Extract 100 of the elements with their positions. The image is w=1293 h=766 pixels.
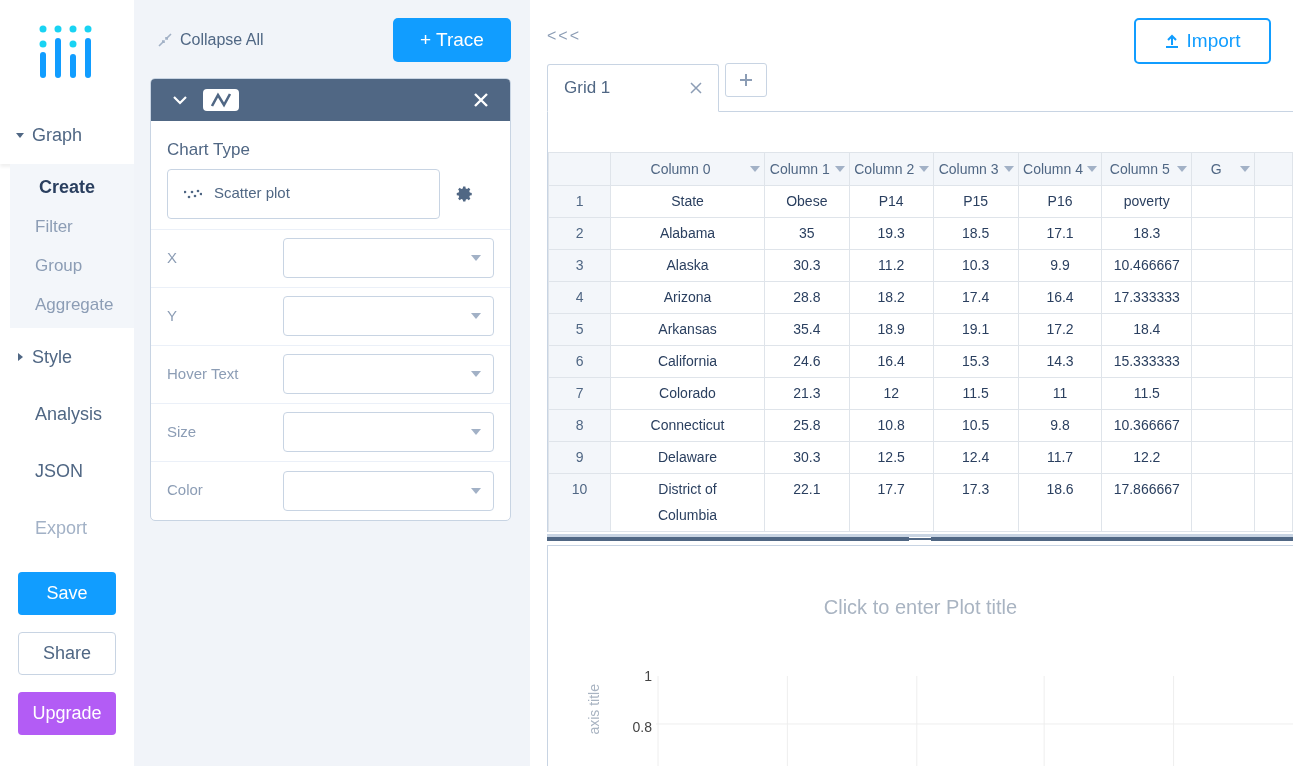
table-cell: 17.1 xyxy=(1046,225,1074,241)
caret-right-icon xyxy=(16,353,24,361)
table-cell: 28.8 xyxy=(793,289,821,305)
table-cell: 35 xyxy=(799,225,815,241)
table-cell: P15 xyxy=(963,193,989,209)
row-number: 5 xyxy=(575,321,584,337)
row-number: 4 xyxy=(575,289,584,305)
nav-item[interactable]: Analysis xyxy=(0,386,134,443)
table-cell: 18.6 xyxy=(1046,481,1074,497)
table-cell: 17.3 xyxy=(962,481,990,497)
nav-item[interactable]: Create xyxy=(10,168,134,207)
dropdown-caret-icon xyxy=(471,487,481,494)
nav-item[interactable]: JSON xyxy=(0,443,134,500)
table-cell: 12.2 xyxy=(1133,449,1161,465)
chevron-down-icon[interactable] xyxy=(173,95,187,105)
close-icon[interactable] xyxy=(690,82,702,94)
table-cell: 11.7 xyxy=(1046,449,1074,465)
upload-icon xyxy=(1164,34,1179,48)
table-cell: 25.8 xyxy=(793,417,821,433)
table-cell: 10.466667 xyxy=(1113,257,1180,273)
field-dropdown[interactable] xyxy=(283,354,494,394)
row-number: 3 xyxy=(575,257,584,273)
import-button[interactable]: Import xyxy=(1134,18,1271,64)
table-cell: 11.5 xyxy=(962,385,989,401)
add-tab-button[interactable] xyxy=(725,63,767,97)
table-cell: 16.4 xyxy=(1046,289,1074,305)
table-cell-text: District of Columbia xyxy=(656,480,719,525)
field-dropdown[interactable] xyxy=(283,238,494,278)
table-cell: 15.333333 xyxy=(1113,353,1180,369)
table-cell: 12.5 xyxy=(877,449,905,465)
settings-icon[interactable] xyxy=(456,184,474,203)
y-tick-label: 1 xyxy=(644,667,652,686)
table-cell-text: Alaska xyxy=(665,256,710,275)
grid-tab[interactable]: Grid 1 xyxy=(547,64,719,112)
collapse-all-link[interactable]: Collapse All xyxy=(180,28,264,52)
field-label: Y xyxy=(167,305,178,326)
table-cell: 15.3 xyxy=(962,353,990,369)
dropdown-caret-icon xyxy=(471,429,481,435)
table-cell-text: Alabama xyxy=(658,224,717,243)
table-cell-text: Arizona xyxy=(662,288,713,307)
row-number: 9 xyxy=(575,449,584,465)
table-cell: 11.5 xyxy=(1133,385,1160,401)
collapse-icon xyxy=(158,33,172,47)
row-number: 1 xyxy=(575,193,584,209)
dropdown-caret-icon xyxy=(471,313,481,319)
table-cell: 12.4 xyxy=(962,449,990,465)
table-cell: 35.4 xyxy=(793,321,821,337)
dropdown-caret-icon xyxy=(1003,166,1014,172)
row-number: 2 xyxy=(575,225,584,241)
dropdown-caret-icon xyxy=(749,166,760,172)
table-cell: 21.3 xyxy=(793,385,821,401)
table-cell: 9.9 xyxy=(1050,257,1070,273)
nav-section[interactable]: Style xyxy=(0,328,134,386)
save-button[interactable]: Save xyxy=(18,572,116,615)
table-cell: 10.8 xyxy=(877,417,905,433)
add-trace-button[interactable]: + Trace xyxy=(393,18,511,62)
table-cell: 18.4 xyxy=(1133,321,1161,337)
collapse-arrows-button[interactable]: <<< xyxy=(547,24,582,48)
table-cell: 9.8 xyxy=(1050,417,1070,433)
table-cell: 30.3 xyxy=(793,257,821,273)
row-number: 6 xyxy=(575,353,584,369)
field-label: Color xyxy=(167,480,204,501)
table-cell: 22.1 xyxy=(793,481,821,497)
field-label: Hover Text xyxy=(167,363,240,384)
table-cell-text: Connecticut xyxy=(649,416,726,435)
table-cell: 17.333333 xyxy=(1113,289,1180,305)
table-cell: poverty xyxy=(1123,193,1170,209)
chart-type-label: Chart Type xyxy=(167,139,251,161)
splitter-bar[interactable] xyxy=(547,534,1293,541)
table-cell: 24.6 xyxy=(793,353,821,369)
table-cell: P14 xyxy=(878,193,904,209)
field-label: X xyxy=(167,247,178,268)
dropdown-caret-icon xyxy=(1087,166,1098,172)
table-cell-text: Colorado xyxy=(658,384,717,403)
table-cell: 30.3 xyxy=(793,449,821,465)
table-cell: 19.3 xyxy=(877,225,905,241)
field-dropdown[interactable] xyxy=(283,296,494,336)
dropdown-caret-icon xyxy=(471,255,481,261)
share-button[interactable]: Share xyxy=(18,632,116,675)
table-cell: 10.366667 xyxy=(1113,417,1180,433)
upgrade-button[interactable]: Upgrade xyxy=(18,692,116,735)
table-cell: 11 xyxy=(1052,385,1068,401)
table-cell: 17.2 xyxy=(1046,321,1074,337)
table-cell: 10.3 xyxy=(962,257,990,273)
y-tick-label: 0.8 xyxy=(632,718,652,737)
row-number: 8 xyxy=(575,417,584,433)
table-cell: P16 xyxy=(1047,193,1073,209)
field-dropdown[interactable] xyxy=(283,412,494,452)
table-cell: 11.2 xyxy=(878,257,905,273)
line-chart-icon xyxy=(203,89,239,111)
table-cell-text: Arkansas xyxy=(657,320,718,339)
table-cell: 10.5 xyxy=(962,417,990,433)
field-dropdown[interactable] xyxy=(283,470,494,511)
row-number: 7 xyxy=(575,385,584,401)
chart-type-dropdown[interactable]: Scatter plot xyxy=(167,168,440,219)
table-cell: 17.866667 xyxy=(1113,481,1180,497)
caret-down-icon xyxy=(16,131,24,139)
nav-section[interactable]: Graph xyxy=(0,106,134,164)
table-cell: 18.2 xyxy=(877,289,905,305)
table-cell: 12 xyxy=(883,385,899,401)
